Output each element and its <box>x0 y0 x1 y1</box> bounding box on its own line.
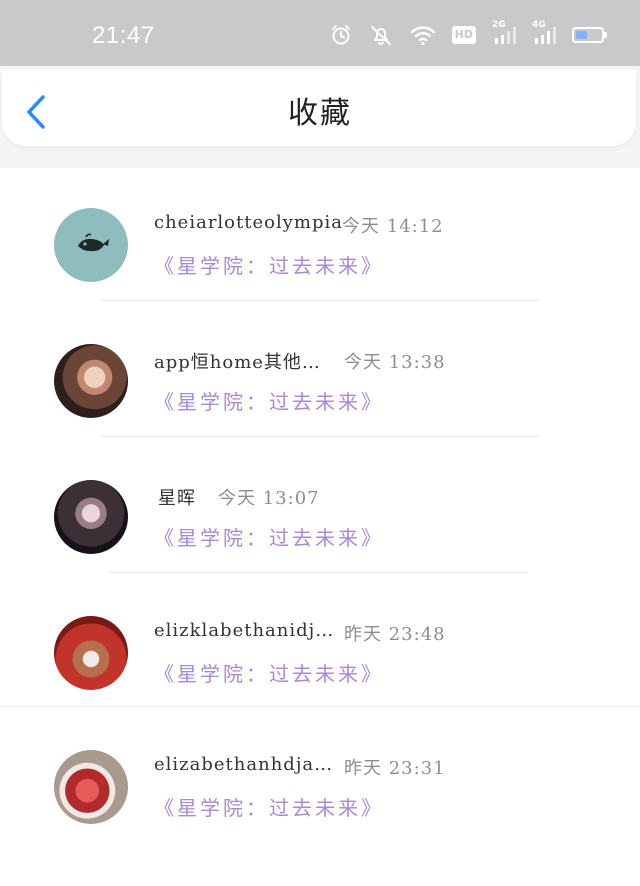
favorite-item[interactable]: elizabethanhdja… 昨天 23:31 《星学院：过去未来》 <box>0 750 640 886</box>
favorite-time: 今天 14:12 <box>342 216 444 237</box>
book-title-link[interactable]: 《星学院：过去未来》 <box>154 250 384 279</box>
status-time: 21:47 <box>92 22 155 49</box>
favorite-time: 今天 13:07 <box>218 488 320 509</box>
avatar <box>54 208 128 282</box>
book-title-link[interactable]: 《星学院：过去未来》 <box>154 522 384 551</box>
book-title-link[interactable]: 《星学院：过去未来》 <box>154 658 384 687</box>
status-bar: 21:47 HD 2G 4G <box>0 0 640 66</box>
whale-logo-icon <box>78 233 109 252</box>
username: app恒home其他… <box>154 352 321 373</box>
favorite-time: 昨天 23:48 <box>344 624 446 645</box>
favorite-item[interactable]: elizklabethanidj… 昨天 23:48 《星学院：过去未来》 <box>0 616 640 752</box>
battery-fill <box>576 31 587 39</box>
signal-4g-icon: 4G <box>532 20 556 46</box>
page-title: 收藏 <box>288 96 352 131</box>
status-icons: HD 2G 4G <box>330 20 607 46</box>
avatar <box>54 480 128 554</box>
divider <box>100 436 540 437</box>
hd-icon: HD <box>451 26 476 44</box>
divider <box>100 300 540 301</box>
signal-4g-label: 4G <box>532 20 546 30</box>
divider <box>0 706 640 707</box>
avatar <box>54 750 128 824</box>
battery-icon <box>572 27 607 43</box>
avatar <box>54 344 128 418</box>
book-title-link[interactable]: 《星学院：过去未来》 <box>154 386 384 415</box>
favorite-time: 昨天 23:31 <box>344 758 446 779</box>
book-title-link[interactable]: 《星学院：过去未来》 <box>154 792 384 821</box>
wifi-icon <box>410 24 436 46</box>
signal-2g-icon: 2G <box>492 20 516 46</box>
divider <box>108 572 528 573</box>
mute-icon <box>368 24 394 46</box>
username: 星晖 <box>158 488 196 509</box>
signal-2g-label: 2G <box>492 20 506 30</box>
username: elizabethanhdja… <box>154 754 334 775</box>
favorite-time: 今天 13:38 <box>344 352 446 373</box>
favorite-item[interactable]: app恒home其他… 今天 13:38 《星学院：过去未来》 <box>0 344 640 480</box>
favorite-item[interactable]: 星晖 今天 13:07 《星学院：过去未来》 <box>0 480 640 616</box>
avatar <box>54 616 128 690</box>
alarm-icon <box>330 24 352 46</box>
favorites-list: cheiarlotteolympia 今天 14:12 《星学院：过去未来》 a… <box>0 168 640 835</box>
username: elizklabethanidj… <box>154 620 335 641</box>
username: cheiarlotteolympia <box>154 212 343 233</box>
favorite-item[interactable]: cheiarlotteolympia 今天 14:12 《星学院：过去未来》 <box>0 208 640 344</box>
